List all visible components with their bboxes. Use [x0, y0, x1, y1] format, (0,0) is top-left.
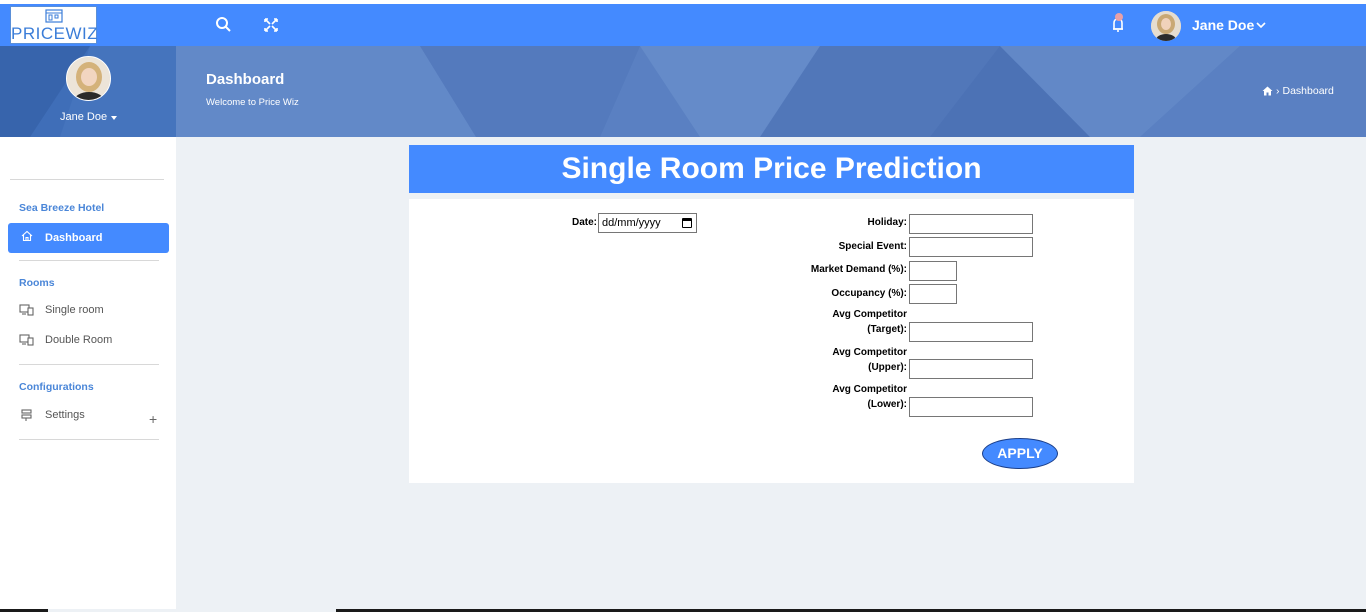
sidebar-item-label[interactable]: Dashboard	[45, 232, 102, 244]
calendar-icon[interactable]	[682, 218, 692, 228]
occupancy-input[interactable]	[909, 284, 957, 304]
divider	[19, 260, 159, 261]
profile-avatar[interactable]	[66, 56, 111, 101]
expand-icon[interactable]	[261, 15, 281, 35]
home-icon[interactable]	[1262, 86, 1273, 96]
sidebar-item-double-room[interactable]: Double Room	[19, 334, 112, 346]
label-line: Avg Competitor	[832, 309, 907, 320]
divider	[19, 439, 159, 440]
page-title: Dashboard	[206, 71, 285, 88]
profile-name[interactable]: Jane Doe	[60, 111, 107, 123]
holiday-input[interactable]	[909, 214, 1033, 234]
top-navbar: PRICEWIZ Jane Doe	[0, 4, 1366, 46]
logo-text: PRICEWIZ	[11, 24, 99, 43]
breadcrumb: › Dashboard	[1262, 85, 1334, 97]
user-avatar[interactable]	[1151, 11, 1181, 41]
page-subtitle: Welcome to Price Wiz	[206, 97, 299, 108]
label-line: Avg Competitor	[832, 347, 907, 358]
sidebar: Sea Breeze Hotel Dashboard Rooms Single …	[0, 137, 176, 612]
avg-competitor-upper-input[interactable]	[909, 359, 1033, 379]
occupancy-label: Occupancy (%):	[831, 288, 907, 299]
divider	[10, 179, 164, 180]
apply-button[interactable]: APPLY	[982, 438, 1058, 469]
special-event-label: Special Event:	[838, 241, 907, 252]
market-demand-label: Market Demand (%):	[810, 264, 907, 275]
caret-down-icon[interactable]	[111, 116, 117, 120]
avg-competitor-target-input[interactable]	[909, 322, 1033, 342]
main-content: Single Room Price Prediction Date: dd/mm…	[176, 137, 1366, 612]
label-line: (Lower):	[867, 399, 907, 410]
date-input[interactable]: dd/mm/yyyy	[598, 213, 697, 233]
notification-badge	[1115, 13, 1123, 21]
label-line: Avg Competitor	[832, 384, 907, 395]
special-event-input[interactable]	[909, 237, 1033, 257]
prediction-form: Date: dd/mm/yyyy Holiday: Special Event:…	[409, 199, 1134, 483]
avg-competitor-target-label: Avg Competitor (Target):	[789, 307, 907, 337]
building-icon	[45, 9, 63, 23]
home-outline-icon	[21, 230, 33, 242]
sidebar-item-single-room[interactable]: Single room	[19, 304, 104, 316]
sidebar-item-label[interactable]: Double Room	[45, 334, 112, 346]
avg-competitor-lower-input[interactable]	[909, 397, 1033, 417]
settings-icon	[21, 409, 32, 421]
search-icon[interactable]	[214, 15, 234, 35]
avg-competitor-lower-label: Avg Competitor (Lower):	[789, 382, 907, 412]
form-title: Single Room Price Prediction	[561, 152, 982, 185]
holiday-label: Holiday:	[867, 217, 907, 228]
monitor-icon	[19, 334, 34, 346]
expand-plus-icon[interactable]: +	[149, 411, 157, 427]
sidebar-item-settings[interactable]: Settings	[19, 409, 85, 421]
breadcrumb-current[interactable]: Dashboard	[1283, 85, 1334, 97]
sidebar-item-label[interactable]: Single room	[45, 304, 104, 316]
sidebar-heading-hotel: Sea Breeze Hotel	[19, 202, 105, 214]
label-line: (Upper):	[868, 362, 907, 373]
label-line: (Target):	[867, 324, 907, 335]
breadcrumb-separator: ›	[1276, 85, 1280, 97]
sidebar-item-label[interactable]: Settings	[45, 409, 85, 421]
sidebar-heading-rooms: Rooms	[19, 277, 55, 289]
brand-logo[interactable]: PRICEWIZ	[10, 6, 99, 44]
user-name[interactable]: Jane Doe	[1192, 17, 1254, 33]
banner-decoration	[176, 46, 1366, 137]
chevron-down-icon[interactable]	[1255, 19, 1267, 31]
date-placeholder: dd/mm/yyyy	[602, 217, 661, 229]
market-demand-input[interactable]	[909, 261, 957, 281]
avg-competitor-upper-label: Avg Competitor (Upper):	[789, 345, 907, 375]
date-label: Date:	[571, 217, 597, 228]
profile-panel: Jane Doe	[0, 46, 176, 137]
monitor-icon	[19, 304, 34, 316]
page-banner: Jane Doe Dashboard Welcome to Price Wiz …	[0, 46, 1366, 137]
sidebar-heading-configurations: Configurations	[19, 381, 94, 393]
form-card-header: Single Room Price Prediction	[409, 145, 1134, 193]
divider	[19, 364, 159, 365]
